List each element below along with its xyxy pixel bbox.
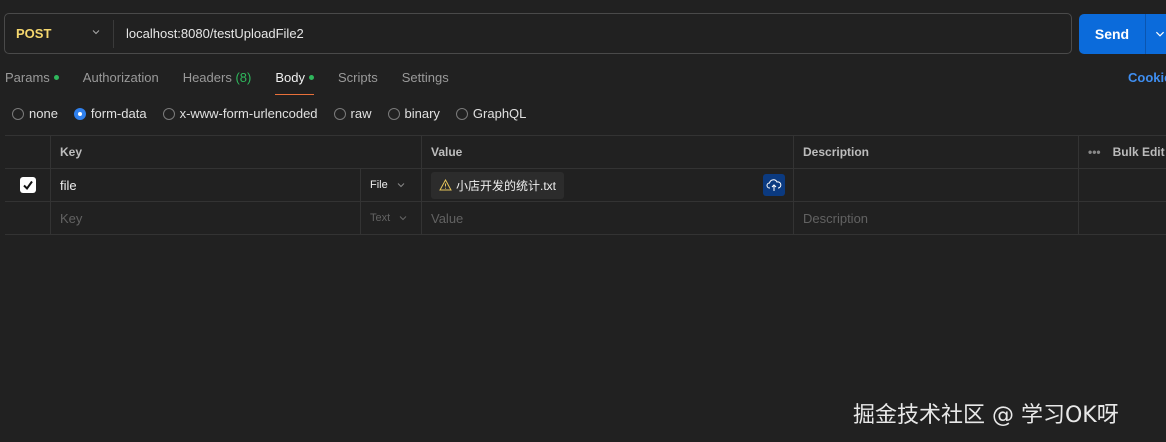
row-extra-cell — [1079, 169, 1166, 201]
radio-circle — [73, 107, 86, 120]
table-header: Key Value Description ••• Bulk Edit — [5, 136, 1166, 169]
more-icon: ••• — [1088, 145, 1101, 159]
row-checkbox-cell — [5, 202, 51, 234]
description-input[interactable]: Description — [794, 202, 1079, 234]
send-label: Send — [1094, 26, 1130, 42]
body-type-radios: none form-data x-www-form-urlencoded raw… — [12, 106, 542, 121]
radio-graphql[interactable]: GraphQL — [455, 106, 527, 121]
form-data-table: Key Value Description ••• Bulk Edit file … — [5, 135, 1166, 235]
radio-circle — [162, 107, 175, 120]
bulk-edit-button[interactable]: ••• Bulk Edit — [1079, 136, 1166, 168]
header-value: Value — [422, 136, 794, 168]
tab-authorization[interactable]: Authorization — [83, 70, 159, 94]
upload-button[interactable] — [763, 174, 785, 196]
value-input[interactable]: Value — [422, 202, 794, 234]
radio-circle — [387, 107, 400, 120]
request-url-bar: POST localhost:8080/testUploadFile2 — [4, 13, 1072, 54]
header-key: Key — [51, 136, 422, 168]
cookies-link[interactable]: Cookies — [1128, 70, 1166, 85]
row-checkbox-cell — [5, 169, 51, 201]
watermark: 掘金技术社区 @ 学习OK呀 — [853, 403, 1119, 428]
table-row-empty: Key Text Value Description — [5, 202, 1166, 235]
radio-label: x-www-form-urlencoded — [179, 106, 318, 121]
tab-params[interactable]: Params — [5, 70, 59, 94]
cloud-upload-icon — [766, 179, 782, 191]
url-input[interactable]: localhost:8080/testUploadFile2 — [114, 26, 304, 41]
chevron-down-icon — [399, 216, 407, 221]
checkbox[interactable] — [19, 177, 36, 193]
tab-label: Authorization — [82, 70, 159, 85]
chevron-down-icon — [92, 30, 100, 35]
type-select[interactable]: Text — [361, 202, 422, 234]
tab-label: Headers — [182, 70, 232, 85]
key-input[interactable]: file — [51, 169, 361, 201]
radio-form-data[interactable]: form-data — [73, 106, 147, 121]
tab-headers[interactable]: Headers (8) — [183, 70, 252, 94]
description-input[interactable] — [794, 169, 1079, 201]
type-label: File — [370, 179, 388, 191]
chevron-down-icon[interactable] — [1154, 28, 1166, 40]
headers-count: (8) — [235, 70, 252, 85]
method-select[interactable]: POST — [5, 14, 113, 53]
radio-circle — [333, 107, 346, 120]
tab-settings[interactable]: Settings — [402, 70, 449, 94]
value-cell: 小店开发的统计.txt — [422, 169, 794, 201]
file-name: 小店开发的统计.txt — [456, 178, 557, 193]
row-extra-cell — [1079, 202, 1166, 234]
type-label: Text — [370, 212, 391, 224]
send-button[interactable]: Send — [1079, 14, 1166, 54]
tab-label: Body — [275, 70, 305, 85]
tab-scripts[interactable]: Scripts — [338, 70, 378, 94]
radio-circle — [12, 107, 24, 120]
tab-label: Params — [5, 70, 50, 85]
check-icon — [22, 180, 33, 191]
bulk-edit-label: Bulk Edit — [1112, 145, 1165, 159]
header-description: Description — [794, 136, 1079, 168]
table-row: file File 小店开发的统计.txt — [5, 169, 1166, 202]
chevron-down-icon — [397, 183, 405, 188]
status-dot — [53, 75, 59, 80]
radio-label: GraphQL — [472, 106, 527, 121]
divider — [1145, 14, 1146, 54]
radio-none[interactable]: none — [12, 106, 58, 121]
type-select[interactable]: File — [361, 169, 422, 201]
tab-label: Scripts — [337, 70, 378, 85]
file-chip[interactable]: 小店开发的统计.txt — [431, 171, 565, 199]
radio-binary[interactable]: binary — [387, 106, 440, 121]
radio-circle — [455, 107, 468, 120]
radio-label: raw — [350, 106, 372, 121]
radio-label: binary — [404, 106, 440, 121]
radio-label: form-data — [90, 106, 147, 121]
method-label: POST — [16, 26, 52, 41]
tab-label: Settings — [401, 70, 449, 85]
key-input[interactable]: Key — [51, 202, 361, 234]
tab-body[interactable]: Body — [275, 70, 314, 95]
header-check-cell — [5, 136, 51, 168]
radio-urlencoded[interactable]: x-www-form-urlencoded — [162, 106, 318, 121]
radio-label: none — [29, 106, 58, 121]
warning-icon — [439, 179, 452, 191]
status-dot — [308, 75, 314, 80]
radio-raw[interactable]: raw — [333, 106, 372, 121]
request-tabs: Params Authorization Headers (8) Body Sc… — [5, 70, 473, 95]
